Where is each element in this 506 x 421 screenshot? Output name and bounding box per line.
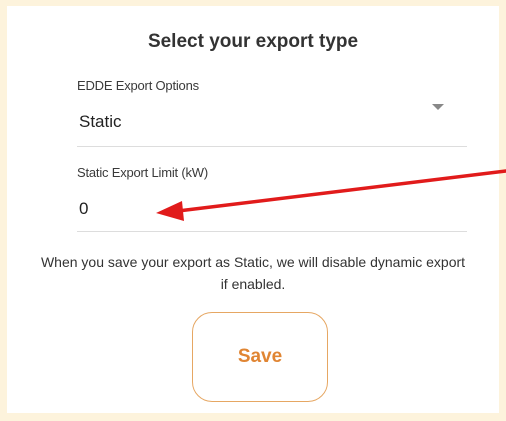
annotation-arrow-icon xyxy=(156,169,506,221)
